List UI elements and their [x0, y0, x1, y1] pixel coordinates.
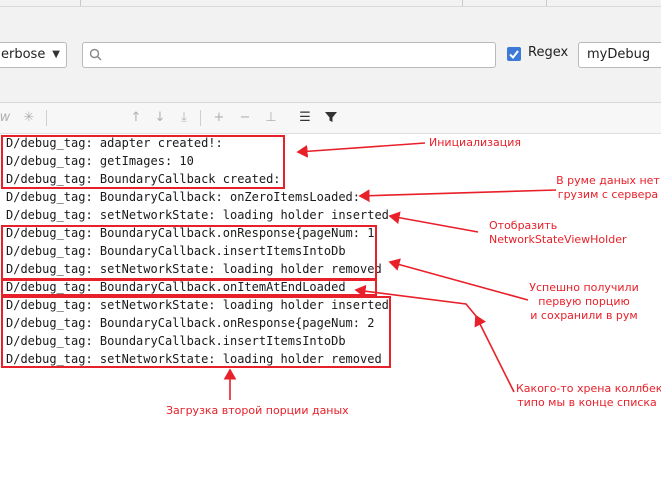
- annotation-empty-room: В руме даных нет грузим с сервера: [549, 174, 661, 202]
- annotation-line: первую порцию: [538, 295, 630, 308]
- annotation-end-callback: Какого-то хрена коллбек типо мы в конце …: [516, 382, 661, 410]
- annotation-arrows: [223, 142, 557, 400]
- annotation-second-page: Загрузка второй порции даных: [166, 404, 349, 417]
- arrow-end-callback-branch: [354, 284, 477, 317]
- arrow-first-page: [388, 258, 529, 301]
- annotation-line: и сохранили в рум: [530, 309, 638, 322]
- annotation-init: Инициализация: [429, 136, 521, 149]
- annotation-line: В руме даных нет: [556, 174, 660, 187]
- annotation-show-holder: Отобразить NetworkStateViewHolder: [489, 219, 626, 247]
- annotation-line: Успешно получили: [529, 281, 639, 294]
- annotation-line: Какого-то хрена коллбек: [516, 382, 661, 395]
- annotation-line: Отобразить: [489, 219, 558, 232]
- annotation-line: грузим с сервера: [557, 188, 659, 201]
- annotation-line: NetworkStateViewHolder: [489, 233, 627, 246]
- arrow-end-callback: [474, 314, 515, 393]
- annotation-line: типо мы в конце списка: [517, 396, 657, 409]
- arrow-init: [296, 142, 426, 158]
- arrow-show-holder: [388, 211, 479, 233]
- annotation-first-page: Успешно получили первую порцию и сохрани…: [524, 281, 644, 323]
- arrow-empty-room: [358, 189, 557, 203]
